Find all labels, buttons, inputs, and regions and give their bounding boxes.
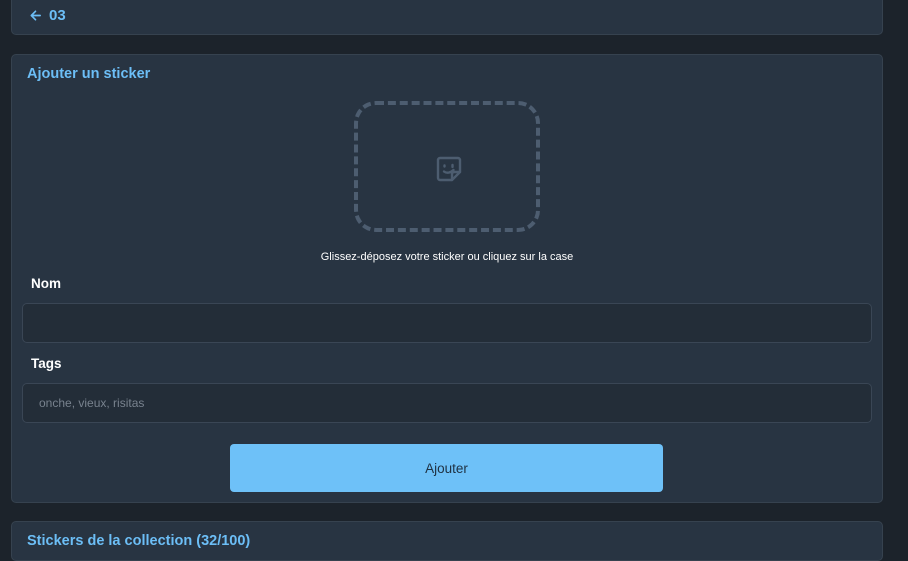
sticker-dropzone[interactable] xyxy=(354,101,540,232)
tags-label: Tags xyxy=(31,356,62,371)
arrow-left-icon xyxy=(30,10,41,21)
tags-input[interactable] xyxy=(22,383,872,423)
name-input[interactable] xyxy=(22,303,872,343)
name-label: Nom xyxy=(31,276,61,291)
breadcrumb-card: 03 xyxy=(11,0,883,35)
sticker-icon xyxy=(436,156,462,182)
add-sticker-card: Ajouter un sticker Glissez-déposez votre… xyxy=(11,54,883,503)
collection-card: Stickers de la collection (32/100) xyxy=(11,521,883,561)
back-link[interactable]: 03 xyxy=(29,7,66,24)
add-button[interactable]: Ajouter xyxy=(230,444,663,492)
add-sticker-title: Ajouter un sticker xyxy=(27,66,151,82)
dropzone-hint: Glissez-déposez votre sticker ou cliquez… xyxy=(320,251,574,263)
back-link-label: 03 xyxy=(49,7,66,24)
